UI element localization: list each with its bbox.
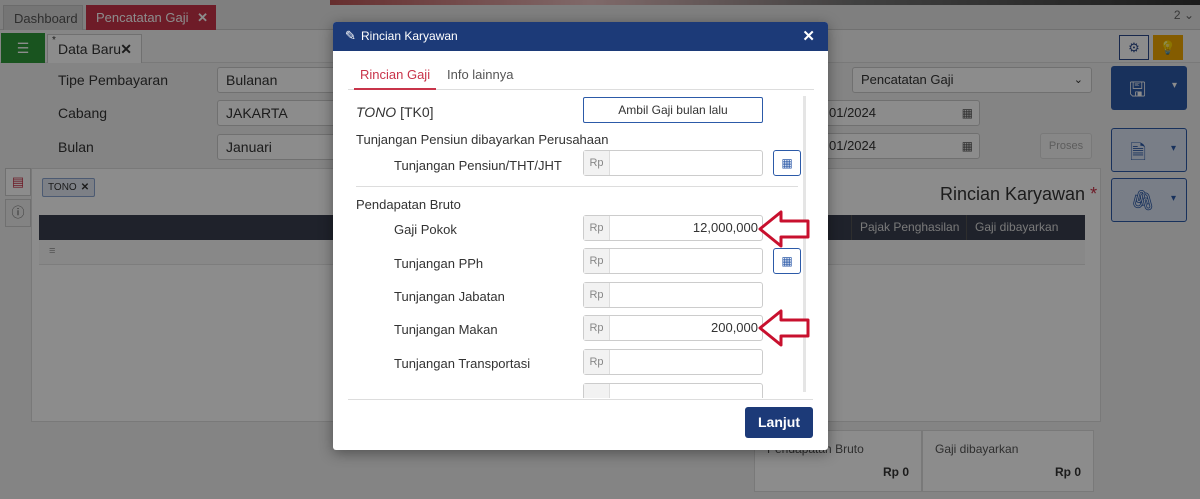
currency-prefix: Rp xyxy=(584,151,610,175)
employee-name: TONO [TK0] xyxy=(356,104,434,120)
dialog-header: ✎ Rincian Karyawan ✕ xyxy=(333,22,828,51)
close-icon[interactable]: ✕ xyxy=(802,27,815,45)
section-divider xyxy=(356,186,798,187)
employee-code: [TK0] xyxy=(400,104,434,120)
currency-prefix: Rp xyxy=(584,350,610,374)
next-field-input[interactable] xyxy=(583,383,763,398)
section-pensiun-label: Tunjangan Pensiun dibayarkan Perusahaan xyxy=(356,132,609,147)
tunjangan-pph-label: Tunjangan PPh xyxy=(394,256,484,271)
tunjangan-transportasi-input[interactable]: Rp xyxy=(583,349,763,375)
dialog-title: Rincian Karyawan xyxy=(361,29,458,43)
dialog-tabs: Rincian Gaji Info lainnya xyxy=(348,62,814,90)
calculator-button[interactable]: ▦ xyxy=(773,150,801,176)
employee-name-text: TONO xyxy=(356,104,397,120)
annotation-arrow xyxy=(758,309,810,347)
dialog-body[interactable]: TONO [TK0] Ambil Gaji bulan lalu Tunjang… xyxy=(348,92,813,398)
tab-rincian-gaji[interactable]: Rincian Gaji xyxy=(353,67,437,90)
tunjangan-jabatan-input[interactable]: Rp xyxy=(583,282,763,308)
tunjangan-makan-input[interactable]: Rp 200,000 xyxy=(583,315,763,341)
calculator-icon: ▦ xyxy=(781,156,793,170)
tunjangan-pensiun-label: Tunjangan Pensiun/THT/JHT xyxy=(394,158,562,173)
calculator-button[interactable]: ▦ xyxy=(773,248,801,274)
currency-prefix-cutoff xyxy=(584,384,610,398)
gaji-pokok-label: Gaji Pokok xyxy=(394,222,457,237)
pencil-icon: ✎ xyxy=(345,28,356,43)
gaji-pokok-input[interactable]: Rp 12,000,000 xyxy=(583,215,763,241)
rincian-karyawan-dialog: ✎ Rincian Karyawan ✕ Rincian Gaji Info l… xyxy=(333,22,828,450)
currency-prefix: Rp xyxy=(584,283,610,307)
calculator-icon: ▦ xyxy=(781,254,793,268)
ambil-gaji-bulan-lalu-button[interactable]: Ambil Gaji bulan lalu xyxy=(583,97,763,123)
tunjangan-transportasi-label: Tunjangan Transportasi xyxy=(394,356,531,371)
annotation-arrow xyxy=(758,210,810,248)
currency-prefix: Rp xyxy=(584,216,610,240)
dialog-footer-divider xyxy=(348,399,813,400)
currency-prefix: Rp xyxy=(584,316,610,340)
lanjut-button[interactable]: Lanjut xyxy=(745,407,813,438)
tab-info-lainnya[interactable]: Info lainnya xyxy=(447,67,514,82)
tunjangan-pph-input[interactable]: Rp xyxy=(583,248,763,274)
currency-prefix: Rp xyxy=(584,249,610,273)
tunjangan-makan-label: Tunjangan Makan xyxy=(394,322,498,337)
tunjangan-makan-value: 200,000 xyxy=(711,320,758,335)
tunjangan-jabatan-label: Tunjangan Jabatan xyxy=(394,289,505,304)
section-bruto-label: Pendapatan Bruto xyxy=(356,197,461,212)
gaji-pokok-value: 12,000,000 xyxy=(692,220,758,235)
tunjangan-pensiun-input[interactable]: Rp xyxy=(583,150,763,176)
